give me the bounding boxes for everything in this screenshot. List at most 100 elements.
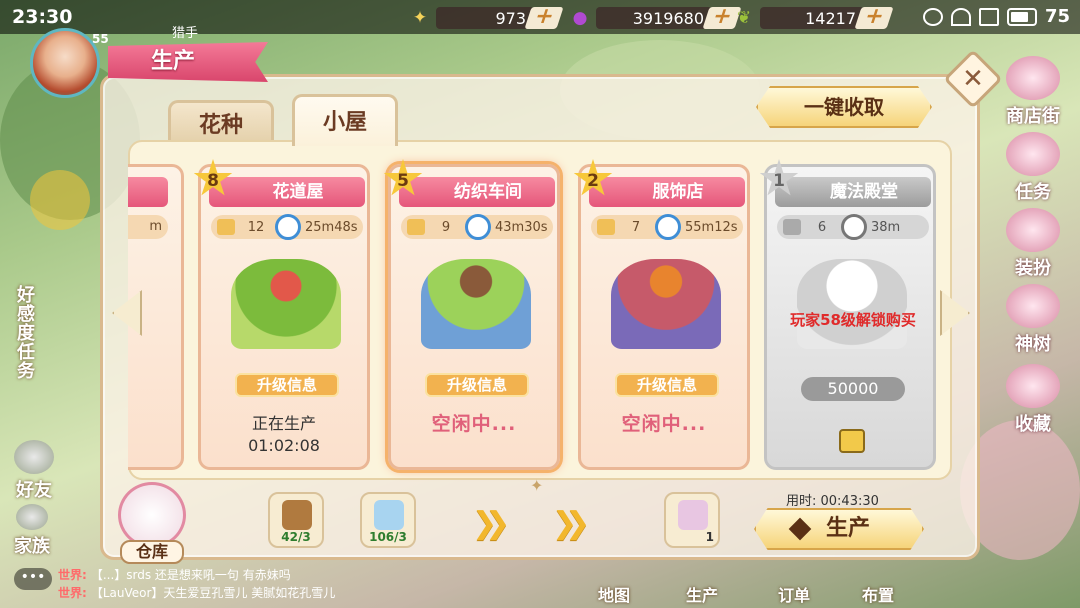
right-nav-dressup[interactable]: 装扮 xyxy=(1002,208,1064,280)
card-material-count: 12 xyxy=(247,219,265,235)
right-nav-label: 收藏 xyxy=(1015,414,1051,435)
upgrade-info-button[interactable]: 升级信息 xyxy=(615,373,719,397)
card-material-count: 6 xyxy=(817,219,827,235)
clock-time: 23:30 xyxy=(12,6,73,28)
bottom-menu-produce[interactable]: 生产 xyxy=(686,582,718,606)
upgrade-info-button[interactable]: 升级信息 xyxy=(425,373,529,397)
clock-icon xyxy=(275,214,301,240)
bottom-menu-orders[interactable]: 订单 xyxy=(778,582,810,606)
status-bar: 23:30 ✦ 973 + ● 3919680 + ❦ 14217 + 75 xyxy=(0,0,1080,34)
right-nav-sacred-tree[interactable]: 神树 xyxy=(1002,284,1064,356)
magic-palace-image xyxy=(797,259,907,349)
card-header: 服饰店 xyxy=(589,177,745,207)
hammer-icon xyxy=(788,517,812,541)
purchase-cost[interactable]: 50000 xyxy=(801,377,905,401)
card-duration: 43m30s xyxy=(495,219,548,235)
player-name: 猎手 xyxy=(172,26,199,41)
card-info: m xyxy=(128,215,168,239)
card-info: 6 38m xyxy=(777,214,929,240)
berry-icon: ● xyxy=(572,8,588,28)
currency-berries: ● 3919680 + xyxy=(568,4,742,31)
friends-nav[interactable]: 好友 xyxy=(14,440,54,502)
right-nav-collection[interactable]: 收藏 xyxy=(1002,364,1064,436)
card-duration: 55m12s xyxy=(685,219,738,235)
panel-title: 生产 xyxy=(108,42,268,82)
warehouse-label[interactable]: 仓库 xyxy=(120,540,184,564)
material-slot[interactable]: 42/3 xyxy=(268,492,324,548)
building-card-magic-palace[interactable]: 魔法殿堂 1 6 38m 玩家58级解锁购买 50000 xyxy=(759,159,936,470)
add-leaves-button[interactable]: + xyxy=(854,4,894,29)
unlock-requirement: 玩家58级解锁购买 xyxy=(790,311,916,329)
tab-cottage[interactable]: 小屋 xyxy=(292,94,398,146)
player-avatar[interactable] xyxy=(30,28,100,98)
card-material-count: 7 xyxy=(631,219,641,235)
tree-icon xyxy=(1006,284,1060,328)
friends-label: 好友 xyxy=(16,480,52,501)
card-title: 服饰店 xyxy=(652,182,704,202)
card-title: 魔法殿堂 xyxy=(830,182,898,202)
right-nav-label: 装扮 xyxy=(1015,258,1051,279)
alarm-icon xyxy=(922,7,943,26)
sack-icon xyxy=(282,500,312,530)
material-icon xyxy=(217,219,235,235)
material-count: 42/3 xyxy=(281,530,311,544)
clock-icon xyxy=(841,214,867,240)
warehouse-button[interactable] xyxy=(118,482,186,548)
status-timer: 01:02:08 xyxy=(248,436,320,455)
friends-icon xyxy=(14,440,54,474)
family-icon xyxy=(16,504,48,530)
card-duration: 38m xyxy=(871,219,901,235)
battery-icon xyxy=(1006,7,1037,26)
textile-workshop-image xyxy=(421,259,531,349)
family-nav[interactable]: 家族 xyxy=(14,504,50,558)
produce-button[interactable]: 生产 xyxy=(754,508,924,550)
harvest-all-button[interactable]: 一键收取 xyxy=(756,86,932,128)
upgrade-info-button[interactable]: 升级信息 xyxy=(235,373,339,397)
building-card-flower-house[interactable]: 花道屋 8 12 25m48s 升级信息 正在生产 01:02:08 xyxy=(193,159,370,470)
signal-icon xyxy=(978,7,999,26)
card-status: 正在生产 01:02:08 xyxy=(201,413,367,457)
elapsed-time: 用时: 00:43:30 xyxy=(786,494,879,509)
padlock-icon xyxy=(839,429,865,453)
clock-icon xyxy=(655,214,681,240)
card-status: 空闲中... xyxy=(431,413,517,435)
chat-channel: 世界: xyxy=(58,568,87,582)
currency-leaves: ❦ 14217 + xyxy=(732,4,894,31)
chat-line[interactable]: 世界: 【LauVeor】天生爱豆孔雪儿 美腻如花孔雪儿 xyxy=(58,584,335,601)
material-slot[interactable]: 106/3 xyxy=(360,492,416,548)
affection-quest-label[interactable]: 好感度任务 xyxy=(6,285,35,380)
product-count: 1 xyxy=(705,530,714,544)
product-slot[interactable]: 1 xyxy=(664,492,720,548)
currency-stars: ✦ 973 + xyxy=(408,4,564,31)
card-status: 空闲中... xyxy=(621,413,707,435)
chat-more-button[interactable]: ••• xyxy=(14,568,52,590)
currency-value: 14217 xyxy=(760,7,864,29)
right-nav-tasks[interactable]: 任务 xyxy=(1002,132,1064,204)
right-nav-shop[interactable]: 商店街 xyxy=(1002,56,1064,128)
dressup-icon xyxy=(1006,208,1060,252)
wifi-icon xyxy=(950,7,971,26)
chat-text: 【...】srds 还是想来吼一句 有赤妹吗 xyxy=(90,568,291,582)
tasks-icon xyxy=(1006,132,1060,176)
card-title: 花道屋 xyxy=(272,182,324,202)
bottom-menu-arrange[interactable]: 布置 xyxy=(862,582,894,606)
close-icon: ✕ xyxy=(962,64,984,94)
battery-level: 75 xyxy=(1044,6,1070,27)
chat-line[interactable]: 世界: 【...】srds 还是想来吼一句 有赤妹吗 xyxy=(58,566,291,583)
currency-value: 3919680 xyxy=(596,7,712,29)
card-title: 纺织车间 xyxy=(454,182,522,202)
sunflower-decoration xyxy=(30,170,90,230)
building-card-textile-workshop[interactable]: 纺织车间 5 9 43m30s 升级信息 空闲中... xyxy=(383,159,560,470)
building-card-clothing-shop[interactable]: 服饰店 2 7 55m12s 升级信息 空闲中... xyxy=(573,159,750,470)
card-time: m xyxy=(149,219,162,234)
bottom-menu-map[interactable]: 地图 xyxy=(598,582,630,606)
leaf-icon: ❦ xyxy=(736,8,752,28)
star-icon: ✦ xyxy=(412,8,428,28)
chat-text: 【LauVeor】天生爱豆孔雪儿 美腻如花孔雪儿 xyxy=(90,586,336,600)
chevron-right-icon: ❯❯ xyxy=(472,506,510,541)
add-stars-button[interactable]: + xyxy=(524,4,564,29)
card-header: 花道屋 xyxy=(209,177,365,207)
clock-icon xyxy=(465,214,491,240)
family-label: 家族 xyxy=(14,536,50,557)
flower-house-image xyxy=(231,259,341,349)
